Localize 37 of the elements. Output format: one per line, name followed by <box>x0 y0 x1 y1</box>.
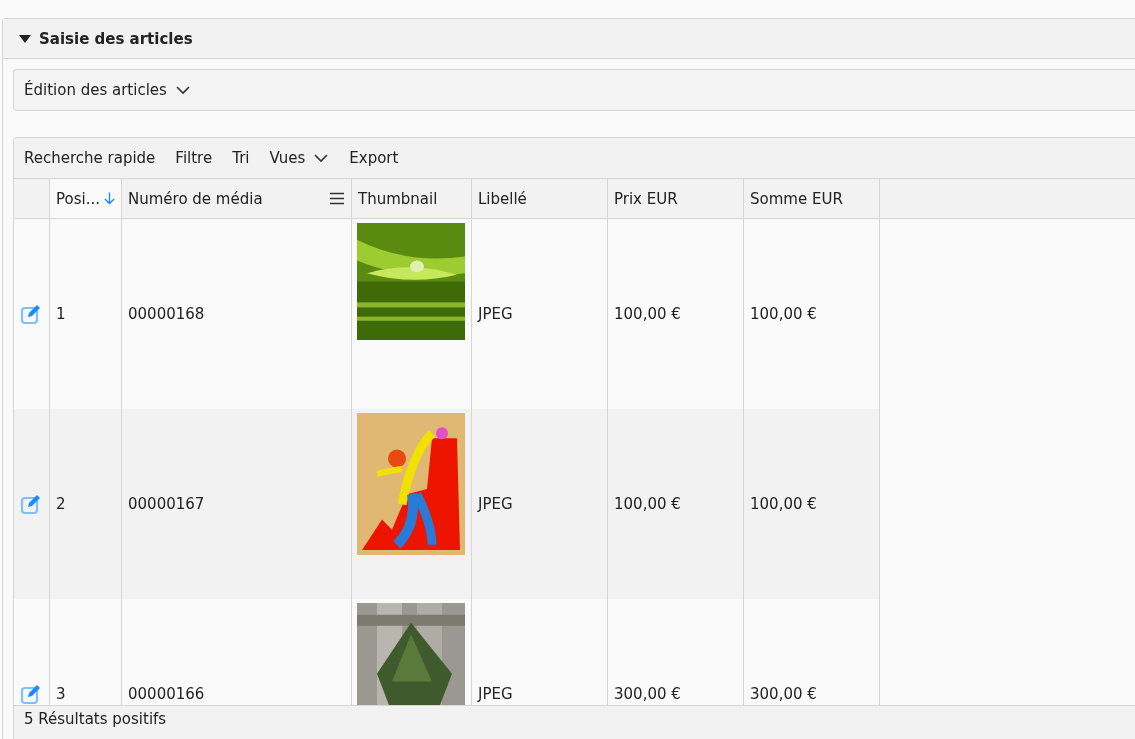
collapse-triangle-icon[interactable] <box>19 34 31 43</box>
table-cell: 300,00 € <box>614 685 681 703</box>
caret-icon <box>313 153 330 163</box>
toolbar-button[interactable]: Export <box>349 149 399 167</box>
toolbar-button[interactable]: Tri <box>232 149 250 167</box>
table-cell: JPEG <box>478 685 513 703</box>
column-header[interactable]: Somme EUR <box>744 179 880 218</box>
column-header[interactable]: Posi... <box>50 179 122 218</box>
table-cell: 1 <box>56 305 66 323</box>
column-header[interactable]: Numéro de média <box>122 179 352 218</box>
toolbar-button[interactable]: Vues <box>269 149 330 167</box>
edit-icon[interactable] <box>20 683 42 705</box>
edit-icon[interactable] <box>20 493 42 515</box>
table-cell: 3 <box>56 685 66 703</box>
table-cell: 100,00 € <box>614 495 681 513</box>
table-cell: JPEG <box>478 495 513 513</box>
table-cell: 2 <box>56 495 66 513</box>
edit-icon[interactable] <box>20 303 42 325</box>
table-cell: 300,00 € <box>750 685 817 703</box>
table-cell: 100,00 € <box>750 495 817 513</box>
column-header[interactable]: Prix EUR <box>608 179 744 218</box>
section-title: Saisie des articles <box>39 29 193 48</box>
caret-icon <box>174 85 191 95</box>
toolbar-button[interactable]: Recherche rapide <box>24 149 156 167</box>
sort-down-arrow-icon <box>104 191 115 206</box>
table-cell: 00000166 <box>128 685 205 703</box>
column-header[interactable]: Thumbnail <box>352 179 472 218</box>
table-cell: 100,00 € <box>750 305 817 323</box>
table-cell: 100,00 € <box>614 305 681 323</box>
toolbar-button[interactable]: Filtre <box>175 149 213 167</box>
table-cell: 00000167 <box>128 495 205 513</box>
column-header[interactable]: Libellé <box>472 179 608 218</box>
table-cell: 00000168 <box>128 305 205 323</box>
menu-icon[interactable] <box>329 192 345 205</box>
result-count: 5 Résultats positifs <box>24 710 167 728</box>
table-cell: JPEG <box>478 305 513 323</box>
view-selector[interactable]: Édition des articles <box>13 69 1135 111</box>
